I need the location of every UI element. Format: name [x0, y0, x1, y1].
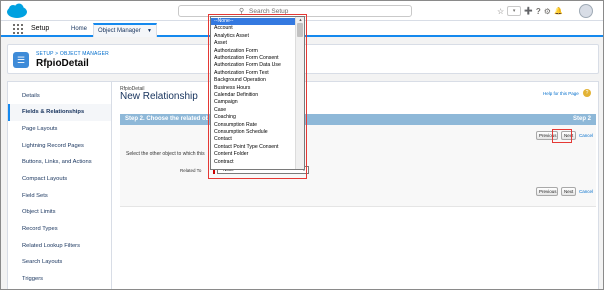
breadcrumb[interactable]: SETUP > OBJECT MANAGER — [36, 51, 109, 57]
dropdown-option[interactable]: Contact — [211, 136, 295, 143]
next-button[interactable]: Next — [561, 131, 576, 140]
help-icon[interactable]: ? — [536, 7, 541, 16]
layers-icon: ☰ — [13, 52, 29, 68]
page-title: New Relationship — [120, 91, 198, 102]
instruction-text: Select the other object to which this — [126, 151, 205, 157]
dropdown-option[interactable]: Authorization Form — [211, 48, 295, 55]
sidebar-item-related-lookup-filters[interactable]: Related Lookup Filters — [8, 238, 111, 255]
help-link[interactable]: Help for this Page — [543, 91, 579, 96]
dropdown-option[interactable]: Asset — [211, 40, 295, 47]
dropdown-option[interactable]: Coaching — [211, 114, 295, 121]
cancel-link[interactable]: Cancel — [579, 133, 593, 138]
app-window: ⚲ Search Setup ☆ ▾ ➕ ? ⚙ 🔔 Setup Home Ob… — [0, 0, 604, 290]
add-icon[interactable]: ➕ — [524, 7, 533, 15]
dropdown-option[interactable]: Analytics Asset — [211, 33, 295, 40]
search-icon: ⚲ — [239, 8, 245, 15]
dropdown-option[interactable]: Business Hours — [211, 85, 295, 92]
object-title: RfpioDetail — [36, 58, 89, 69]
dropdown-option[interactable]: Contract — [211, 159, 295, 166]
help-icon[interactable]: ? — [583, 89, 591, 97]
next-button-bottom[interactable]: Next — [561, 187, 576, 196]
sidebar-item-triggers[interactable]: Triggers — [8, 271, 111, 288]
dropdown-option[interactable]: Consumption Schedule — [211, 129, 295, 136]
dropdown-option[interactable]: Campaign — [211, 99, 295, 106]
step-number: Step 2 — [572, 116, 591, 122]
step-title: Step 2. Choose the related ob — [125, 116, 210, 122]
header-icons: ☆ ▾ ➕ ? ⚙ 🔔 — [497, 4, 563, 18]
sidebar-item-page-layouts[interactable]: Page Layouts — [8, 121, 111, 138]
favorites-dropdown-icon[interactable]: ▾ — [507, 6, 522, 16]
related-to-dropdown-list[interactable]: --None-- Account Analytics Asset Asset A… — [210, 16, 305, 170]
sidebar: Details Fields & Relationships Page Layo… — [8, 82, 112, 289]
star-icon[interactable]: ☆ — [497, 7, 504, 16]
sidebar-item-compact-layouts[interactable]: Compact Layouts — [8, 171, 111, 188]
sidebar-item-fields-relationships[interactable]: Fields & Relationships — [8, 104, 111, 121]
content-area: RfpioDetail New Relationship Help for th… — [120, 82, 598, 289]
scrollbar-thumb[interactable] — [297, 23, 303, 37]
dropdown-option[interactable]: Contact Point Type Consent — [211, 144, 295, 151]
dropdown-option[interactable]: Consumption Rate — [211, 122, 295, 129]
dropdown-option[interactable]: Background Operation — [211, 77, 295, 84]
tab-home[interactable]: Home — [67, 23, 91, 37]
search-placeholder: Search Setup — [249, 8, 289, 15]
dropdown-option[interactable]: Calendar Definition — [211, 92, 295, 99]
app-launcher-icon[interactable] — [13, 24, 23, 34]
gear-icon[interactable]: ⚙ — [544, 7, 551, 16]
sidebar-item-details[interactable]: Details — [8, 88, 111, 105]
dropdown-option[interactable]: Authorization Form Text — [211, 70, 295, 77]
dropdown-option[interactable]: Account — [211, 25, 295, 32]
tab-object-manager[interactable]: Object Manager ▼ — [93, 23, 157, 37]
app-name: Setup — [31, 25, 50, 32]
previous-button-bottom[interactable]: Previous — [536, 187, 558, 196]
sidebar-item-lightning-record-pages[interactable]: Lightning Record Pages — [8, 138, 111, 155]
dropdown-option[interactable]: Case — [211, 107, 295, 114]
salesforce-cloud-logo[interactable] — [6, 3, 28, 19]
previous-button[interactable]: Previous — [536, 131, 558, 140]
dropdown-option[interactable]: --None-- — [211, 18, 295, 26]
dropdown-scrollbar[interactable]: ▲ — [295, 17, 304, 169]
step-body: Previous Next Cancel Select the other ob… — [120, 125, 596, 207]
sidebar-item-search-layouts[interactable]: Search Layouts — [8, 254, 111, 271]
dropdown-option[interactable]: Authorization Form Consent — [211, 55, 295, 62]
sidebar-item-buttons-links-actions[interactable]: Buttons, Links, and Actions — [8, 154, 111, 171]
tab-object-manager-label: Object Manager — [98, 28, 141, 34]
sidebar-item-record-types[interactable]: Record Types — [8, 221, 111, 238]
step-header: Step 2. Choose the related ob Step 2 — [120, 114, 596, 125]
sidebar-item-object-limits[interactable]: Object Limits — [8, 204, 111, 221]
dropdown-option[interactable]: Content Folder — [211, 151, 295, 158]
avatar[interactable] — [579, 4, 593, 18]
dropdown-option[interactable]: Authorization Form Data Use — [211, 62, 295, 69]
related-to-label: Related To — [180, 168, 202, 173]
bell-icon[interactable]: 🔔 — [554, 7, 563, 15]
cancel-link-bottom[interactable]: Cancel — [579, 189, 593, 194]
sidebar-item-field-sets[interactable]: Field Sets — [8, 188, 111, 205]
chevron-down-icon[interactable]: ▼ — [147, 25, 152, 37]
